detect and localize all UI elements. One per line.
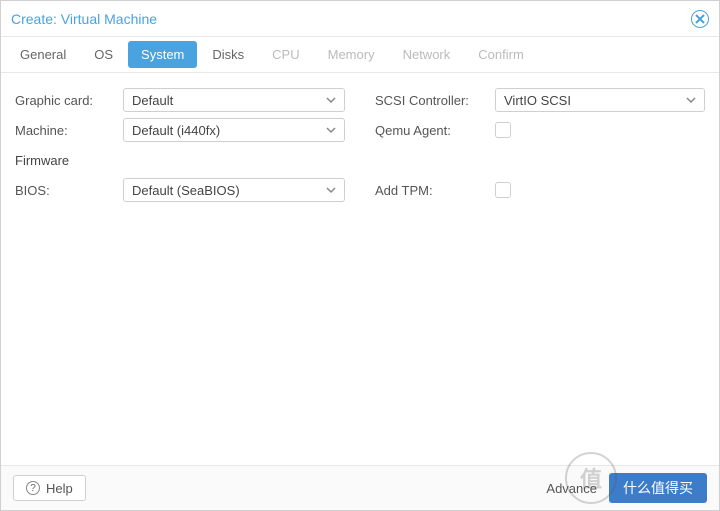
chevron-down-icon [326,183,336,198]
scsi-select[interactable]: VirtIO SCSI [495,88,705,112]
bios-label: BIOS: [15,183,123,198]
machine-select[interactable]: Default (i440fx) [123,118,345,142]
right-column: SCSI Controller: VirtIO SCSI Qemu Agent:… [375,85,705,453]
form-body: Graphic card: Default Machine: Default (… [1,73,719,466]
spacer [375,145,705,175]
scsi-label: SCSI Controller: [375,93,495,108]
add-tpm-checkbox[interactable] [495,182,511,198]
tab-system[interactable]: System [128,41,197,68]
tab-memory: Memory [315,41,388,68]
row-bios: BIOS: Default (SeaBIOS) [15,175,345,205]
qemu-agent-checkbox[interactable] [495,122,511,138]
row-qemu-agent: Qemu Agent: [375,115,705,145]
tab-confirm: Confirm [465,41,537,68]
left-column: Graphic card: Default Machine: Default (… [15,85,345,453]
tab-general[interactable]: General [7,41,79,68]
footer: ? Help Advance 什么值得买 [1,466,719,510]
graphic-card-label: Graphic card: [15,93,123,108]
scsi-value: VirtIO SCSI [504,93,571,108]
bios-select[interactable]: Default (SeaBIOS) [123,178,345,202]
chevron-down-icon [326,123,336,138]
row-add-tpm: Add TPM: [375,175,705,205]
help-icon: ? [26,481,40,495]
primary-action-button[interactable]: 什么值得买 [609,473,707,503]
tab-cpu: CPU [259,41,312,68]
bios-value: Default (SeaBIOS) [132,183,240,198]
window-title: Create: Virtual Machine [11,11,157,27]
graphic-card-select[interactable]: Default [123,88,345,112]
graphic-card-value: Default [132,93,173,108]
help-button[interactable]: ? Help [13,475,86,501]
close-button[interactable] [691,10,709,28]
tab-network: Network [390,41,464,68]
machine-value: Default (i440fx) [132,123,220,138]
qemu-agent-label: Qemu Agent: [375,123,495,138]
firmware-section: Firmware [15,145,345,175]
row-machine: Machine: Default (i440fx) [15,115,345,145]
primary-action-label: 什么值得买 [623,478,693,498]
row-graphic-card: Graphic card: Default [15,85,345,115]
help-label: Help [46,481,73,496]
titlebar: Create: Virtual Machine [1,1,719,37]
footer-right: Advance 什么值得买 [546,473,707,503]
tab-os[interactable]: OS [81,41,126,68]
tab-disks[interactable]: Disks [199,41,257,68]
chevron-down-icon [686,93,696,108]
close-icon [695,14,705,24]
wizard-tabs: General OS System Disks CPU Memory Netwo… [1,37,719,73]
row-scsi: SCSI Controller: VirtIO SCSI [375,85,705,115]
chevron-down-icon [326,93,336,108]
advanced-label: Advance [546,481,597,496]
add-tpm-label: Add TPM: [375,183,495,198]
create-vm-window: Create: Virtual Machine General OS Syste… [0,0,720,511]
machine-label: Machine: [15,123,123,138]
